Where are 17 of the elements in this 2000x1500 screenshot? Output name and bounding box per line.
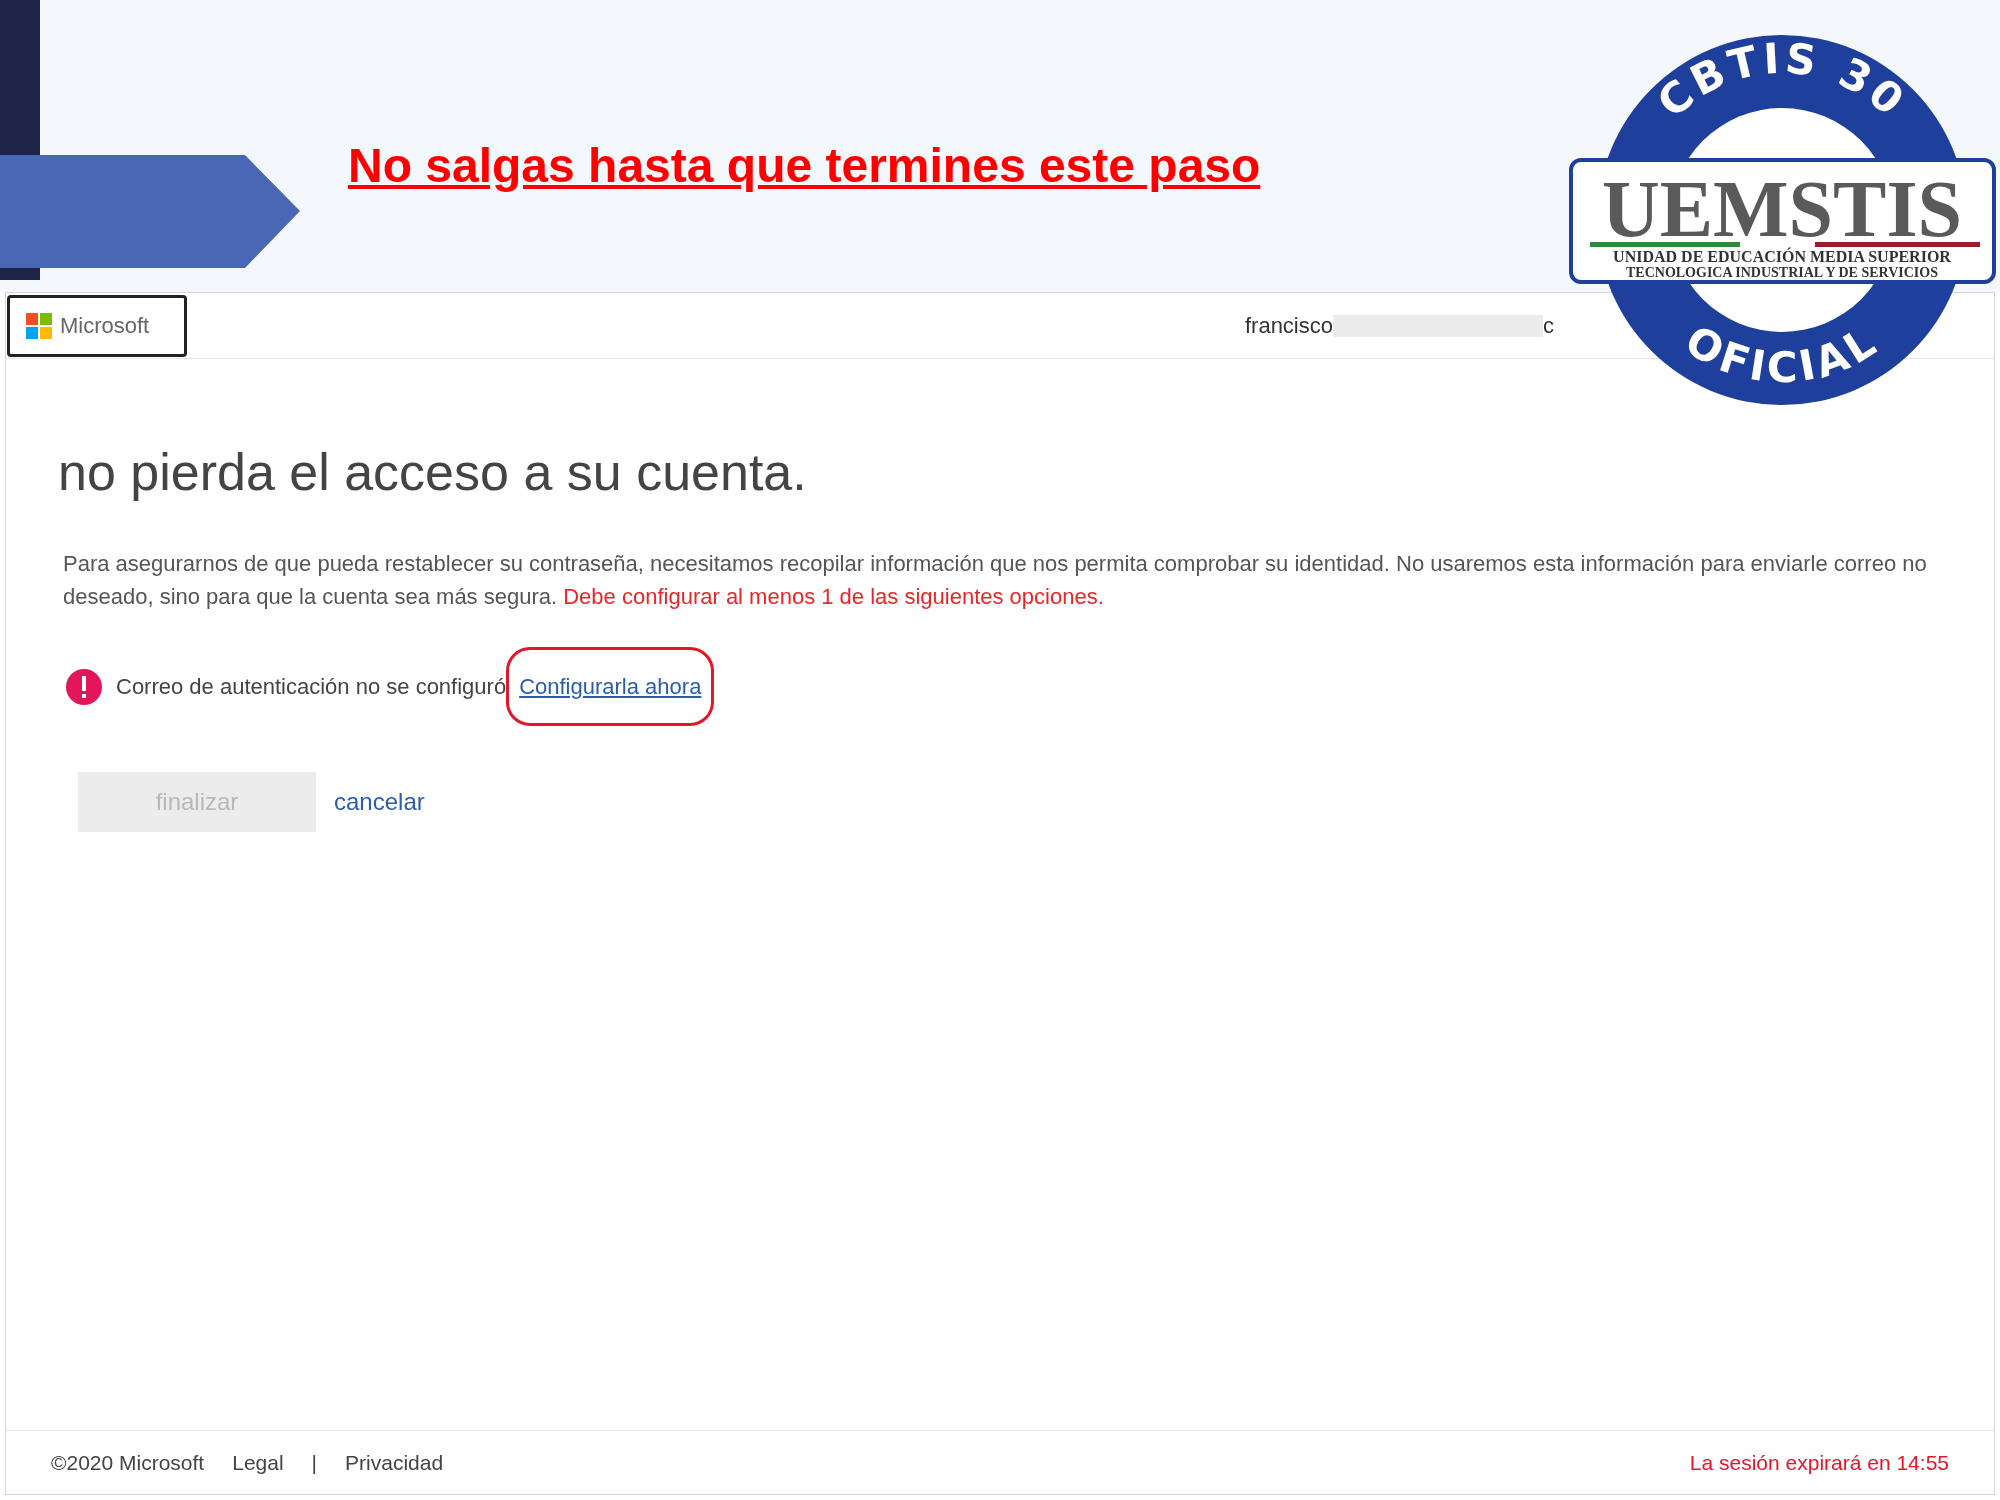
alert-icon <box>66 668 102 705</box>
footer-link[interactable]: Privacidad <box>345 1446 444 1479</box>
session-timer: La sesión expirará en 14:55 <box>1689 1449 1949 1476</box>
windows-logo-icon <box>26 312 52 339</box>
method-status: Correo de autenticación no se configuró <box>116 673 507 701</box>
brand-name: Microsoft <box>60 312 150 340</box>
account-name-tail: c <box>1543 312 1554 340</box>
footer-link[interactable]: | <box>311 1446 318 1479</box>
account-name: francisco <box>1244 312 1333 340</box>
brand-logo[interactable]: Microsoft <box>7 294 187 357</box>
cancel-link[interactable]: cancelar <box>334 784 425 820</box>
info-paragraph: Para asegurarnos de que pueda restablecer su contraseña, necesitamos recopilar información que nos permita comprobar su identidad. No usaremos esta información para enviarle correo no deseado, sino para que la cuenta sea más segura. Debe configurar al menos 1 de las siguientes opciones. <box>62 550 1928 611</box>
footer-link[interactable]: Legal <box>232 1446 284 1479</box>
page-title: no pierda el acceso a su cuenta. <box>58 442 808 503</box>
setup-link[interactable]: Configurarla ahora <box>506 647 715 726</box>
slide-heading: No salgas hasta que termines este paso <box>348 138 1261 194</box>
footer-link[interactable]: ©2020 Microsoft <box>51 1446 205 1479</box>
